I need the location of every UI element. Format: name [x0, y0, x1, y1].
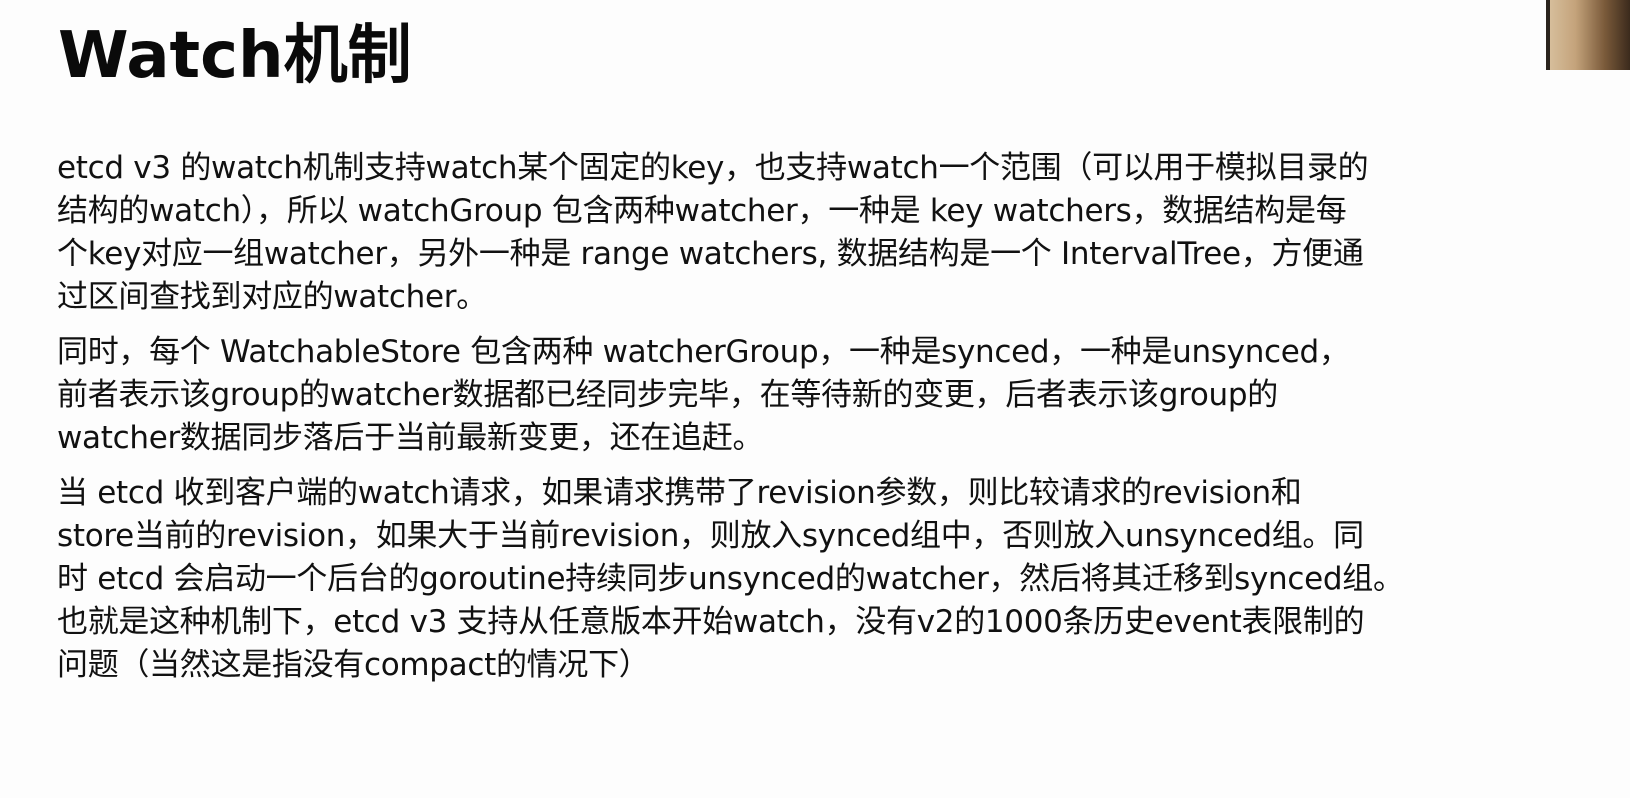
- text-line: 过区间查找到对应的watcher。: [57, 279, 487, 315]
- text-line: 问题（当然这是指没有compact的情况下）: [57, 647, 650, 683]
- slide-title: Watch机制: [58, 19, 412, 93]
- slide-body: etcd v3 的watch机制支持watch某个固定的key，也支持watch…: [57, 147, 1587, 699]
- text-line: 结构的watch），所以 watchGroup 包含两种watcher，一种是 …: [57, 193, 1347, 229]
- text-line: 时 etcd 会启动一个后台的goroutine持续同步unsynced的wat…: [57, 561, 1404, 597]
- paragraph-revision-sync: 当 etcd 收到客户端的watch请求，如果请求携带了revision参数，则…: [57, 472, 1587, 687]
- text-line: watcher数据同步落后于当前最新变更，还在追赶。: [57, 420, 764, 456]
- webcam-thumbnail: [1546, 0, 1630, 70]
- webcam-frame-edge: [1546, 0, 1550, 70]
- text-line: 当 etcd 收到客户端的watch请求，如果请求携带了revision参数，则…: [57, 475, 1302, 511]
- slide: Watch机制 etcd v3 的watch机制支持watch某个固定的key，…: [0, 0, 1630, 798]
- text-line: 同时，每个 WatchableStore 包含两种 watcherGroup，一…: [57, 334, 1350, 370]
- text-line: 前者表示该group的watcher数据都已经同步完毕，在等待新的变更，后者表示…: [57, 377, 1278, 413]
- paragraph-watchable-store: 同时，每个 WatchableStore 包含两种 watcherGroup，一…: [57, 331, 1587, 460]
- text-line: store当前的revision，如果大于当前revision，则放入synce…: [57, 518, 1364, 554]
- text-line: 个key对应一组watcher，另外一种是 range watchers, 数据…: [57, 236, 1364, 272]
- text-line: 也就是这种机制下，etcd v3 支持从任意版本开始watch，没有v2的100…: [57, 604, 1365, 640]
- paragraph-watch-groups: etcd v3 的watch机制支持watch某个固定的key，也支持watch…: [57, 147, 1587, 319]
- text-line: etcd v3 的watch机制支持watch某个固定的key，也支持watch…: [57, 150, 1369, 186]
